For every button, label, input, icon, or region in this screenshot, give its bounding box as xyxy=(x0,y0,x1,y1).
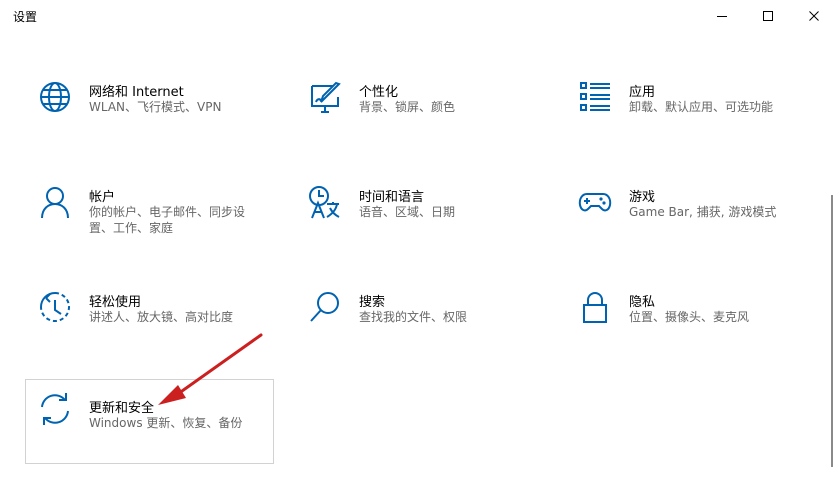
tile-description: 查找我的文件、权限 xyxy=(359,310,468,324)
tile-description: 讲述人、放大镜、高对比度 xyxy=(89,310,234,324)
tile-privacy[interactable]: 隐私 位置、摄像头、麦克风 xyxy=(566,287,801,377)
tile-name: 应用 xyxy=(629,85,656,100)
tile-description: Windows 更新、恢复、备份 xyxy=(89,416,243,430)
maximize-button[interactable] xyxy=(745,0,791,32)
gamepad-icon xyxy=(578,193,612,212)
tile-description: 卸载、默认应用、可选功能 xyxy=(629,100,774,114)
tile-name: 游戏 xyxy=(629,190,656,205)
tile-name: 个性化 xyxy=(359,85,399,100)
personalization-icon xyxy=(311,81,341,113)
tile-apps[interactable]: 应用 卸载、默认应用、可选功能 xyxy=(566,77,801,167)
tile-update-security[interactable]: 更新和安全 Windows 更新、恢复、备份 xyxy=(25,379,274,464)
ease-of-access-icon xyxy=(40,292,70,322)
tile-name: 网络和 Internet xyxy=(89,85,184,100)
tile-network-internet[interactable]: 网络和 Internet WLAN、飞行模式、VPN xyxy=(26,77,261,167)
tile-gaming[interactable]: 游戏 Game Bar, 捕获, 游戏模式 xyxy=(566,182,801,272)
close-icon xyxy=(809,11,819,21)
globe-icon xyxy=(40,82,70,112)
tile-description: 背景、锁屏、颜色 xyxy=(359,100,456,114)
tile-time-language[interactable]: 时间和语言 语音、区域、日期 xyxy=(296,182,531,272)
tile-ease-of-access[interactable]: 轻松使用 讲述人、放大镜、高对比度 xyxy=(26,287,261,377)
person-icon xyxy=(41,187,69,219)
tile-name: 隐私 xyxy=(629,295,656,310)
tile-description: 位置、摄像头、麦克风 xyxy=(629,310,750,324)
tile-search[interactable]: 搜索 查找我的文件、权限 xyxy=(296,287,531,377)
window-title: 设置 xyxy=(13,10,38,24)
title-bar: 设置 xyxy=(0,0,837,32)
maximize-icon xyxy=(763,11,773,21)
tile-name: 帐户 xyxy=(89,190,116,205)
lock-icon xyxy=(583,292,607,323)
tile-personalization[interactable]: 个性化 背景、锁屏、颜色 xyxy=(296,77,531,167)
tile-description: Game Bar, 捕获, 游戏模式 xyxy=(629,205,777,219)
sync-icon xyxy=(41,393,69,425)
tile-accounts[interactable]: 帐户 你的帐户、电子邮件、同步设置、工作、家庭 xyxy=(26,182,261,272)
close-button[interactable] xyxy=(791,0,837,32)
tile-name: 搜索 xyxy=(359,295,386,310)
tile-description: 你的帐户、电子邮件、同步设置、工作、家庭 xyxy=(89,205,246,235)
search-icon xyxy=(310,292,339,322)
apps-list-icon xyxy=(580,82,610,111)
scrollbar[interactable] xyxy=(831,195,833,467)
tile-description: WLAN、飞行模式、VPN xyxy=(89,100,222,114)
tile-name: 更新和安全 xyxy=(89,401,155,416)
tile-name: 轻松使用 xyxy=(89,295,142,310)
tile-description: 语音、区域、日期 xyxy=(359,205,456,219)
minimize-icon xyxy=(717,16,727,17)
time-language-icon xyxy=(309,186,340,219)
minimize-button[interactable] xyxy=(699,0,745,32)
tile-name: 时间和语言 xyxy=(359,190,425,205)
